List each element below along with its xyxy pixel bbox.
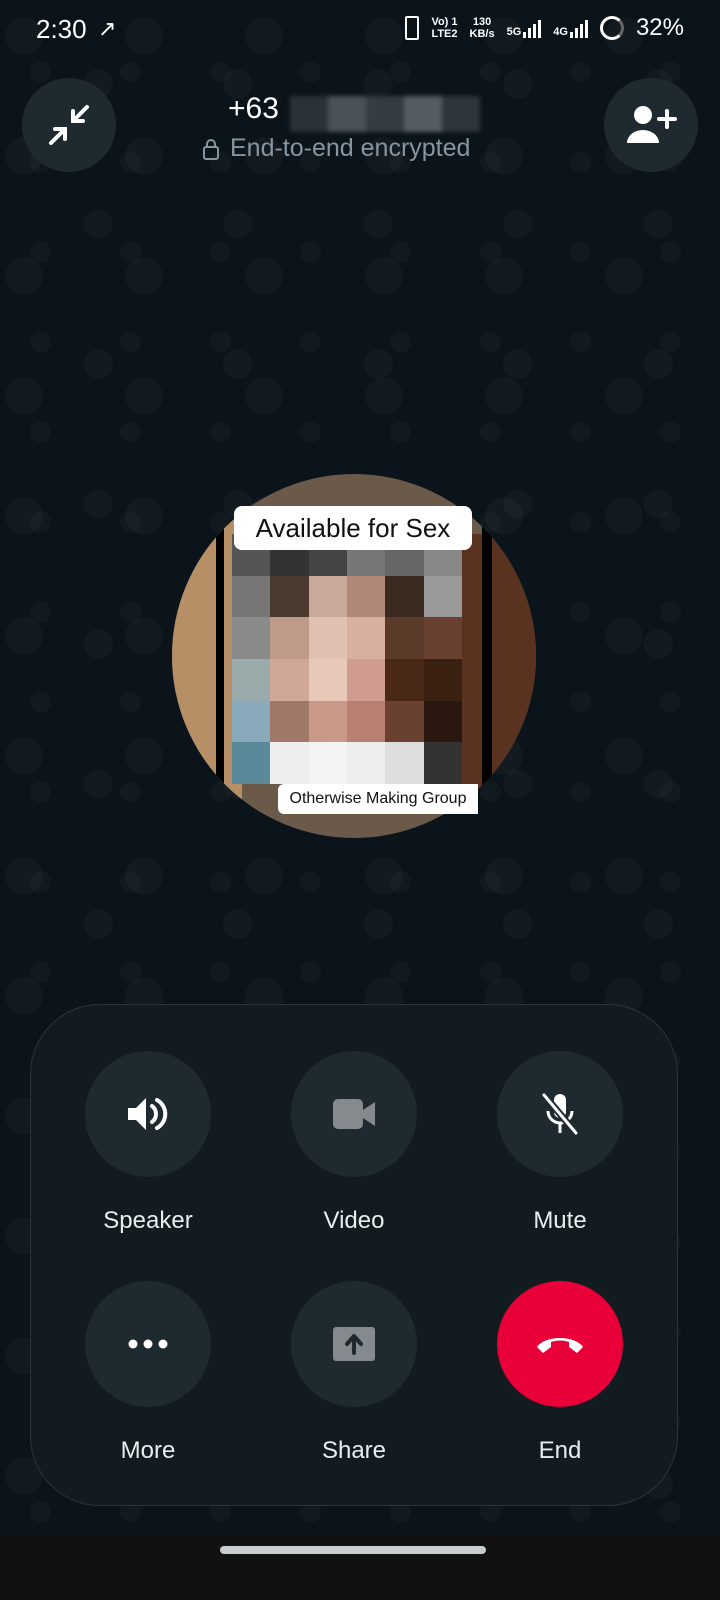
status-bar: 2:30 ↗ Vo) 1 LTE2 130 KB/s 5G 4G 32% (0, 0, 720, 60)
video-button[interactable] (291, 1051, 417, 1177)
call-controls-panel: Speaker Video Mute More Share End (30, 1004, 678, 1506)
more-icon (128, 1339, 168, 1349)
battery-icon (599, 16, 624, 40)
speaker-label: Speaker (103, 1207, 193, 1234)
add-person-icon (627, 106, 677, 143)
end-call-label: End (538, 1437, 582, 1464)
network-type-4g: 4G (553, 26, 568, 38)
mute-control[interactable]: Mute (497, 1051, 623, 1235)
contact-number: +63 (228, 92, 279, 125)
more-control[interactable]: More (85, 1281, 211, 1465)
encryption-status: End-to-end encrypted (202, 134, 470, 163)
battery-percent: 32% (635, 14, 684, 41)
share-screen-button[interactable] (291, 1281, 417, 1407)
more-label: More (120, 1437, 176, 1464)
end-call-icon (537, 1338, 583, 1353)
mute-button[interactable] (497, 1051, 623, 1177)
mute-label: Mute (533, 1207, 587, 1234)
redacted-number (290, 96, 480, 132)
location-arrow-icon: ↗ (98, 16, 117, 41)
pixelated-photo (232, 534, 462, 784)
share-label: Share (321, 1437, 387, 1464)
network-type-5g: 5G (506, 26, 522, 38)
minimize-icon (49, 105, 89, 145)
minimize-button[interactable] (22, 78, 116, 172)
signal-icon (569, 18, 588, 38)
avatar-caption-top: Available for Sex (234, 506, 472, 550)
video-label: Video (323, 1207, 385, 1234)
more-button[interactable] (85, 1281, 211, 1407)
status-time: 2:30 (36, 14, 87, 44)
add-participant-button[interactable] (604, 78, 698, 172)
share-control[interactable]: Share (291, 1281, 417, 1465)
avatar-caption-bottom: Otherwise Making Group (278, 784, 478, 814)
speaker-control[interactable]: Speaker (85, 1051, 211, 1235)
network-speed: 130 KB/s (469, 16, 495, 40)
encryption-text: End-to-end encrypted (230, 134, 471, 162)
vibrate-icon (405, 16, 420, 40)
signal-icon (523, 18, 542, 38)
lock-icon (203, 138, 219, 160)
video-control[interactable]: Video (291, 1051, 417, 1235)
speaker-icon (128, 1098, 168, 1130)
end-call-control[interactable]: End (497, 1281, 623, 1465)
video-icon (333, 1099, 375, 1129)
end-call-button[interactable] (497, 1281, 623, 1407)
speaker-button[interactable] (85, 1051, 211, 1177)
mic-off-icon (541, 1092, 579, 1136)
home-indicator[interactable] (220, 1546, 486, 1554)
volte-indicator: Vo) 1 LTE2 (431, 16, 458, 40)
share-screen-icon (333, 1327, 375, 1361)
